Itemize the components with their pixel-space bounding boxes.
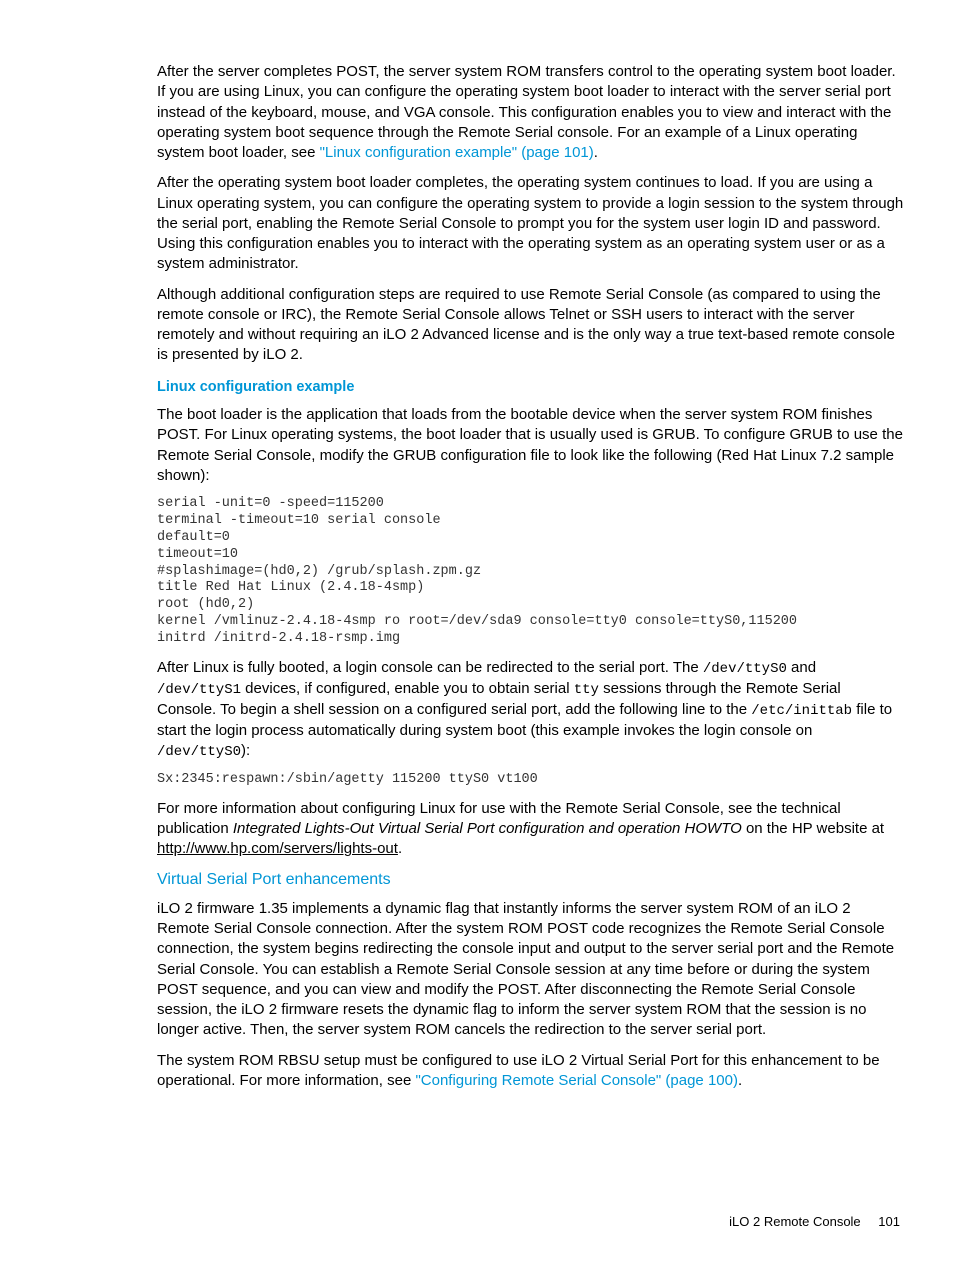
text: . [594,144,598,161]
code-inline: /dev/ttyS0 [157,744,241,760]
cross-ref-link[interactable]: "Configuring Remote Serial Console" (pag… [415,1072,738,1089]
text: . [738,1072,742,1089]
body-paragraph: iLO 2 firmware 1.35 implements a dynamic… [157,899,904,1041]
text: . [398,840,402,857]
body-paragraph: After the server completes POST, the ser… [157,62,904,163]
body-paragraph: After Linux is fully booted, a login con… [157,658,904,762]
code-inline: /dev/ttyS1 [157,682,241,698]
text: ): [241,742,250,759]
cross-ref-link[interactable]: "Linux configuration example" (page 101) [320,144,594,161]
heading-linux-config: Linux configuration example [157,378,904,398]
body-paragraph: The boot loader is the application that … [157,405,904,486]
body-paragraph: For more information about configuring L… [157,799,904,860]
code-inline: /etc/inittab [751,703,852,719]
code-inline: /dev/ttyS0 [703,661,787,677]
heading-vsp-enhancements: Virtual Serial Port enhancements [157,869,904,891]
body-paragraph: The system ROM RBSU setup must be config… [157,1051,904,1092]
code-block-inittab: Sx:2345:respawn:/sbin/agetty 115200 ttyS… [157,772,904,789]
text: and [787,659,816,676]
body-paragraph: Although additional configuration steps … [157,285,904,366]
footer-section-label: iLO 2 Remote Console [729,1214,861,1229]
code-inline: tty [574,682,599,698]
body-paragraph: After the operating system boot loader c… [157,173,904,274]
text: devices, if configured, enable you to ob… [241,680,574,697]
external-link[interactable]: http://www.hp.com/servers/lights-out [157,840,398,857]
page-footer: iLO 2 Remote Console 101 [729,1213,900,1231]
publication-title: Integrated Lights-Out Virtual Serial Por… [233,820,742,837]
page-number: 101 [878,1214,900,1229]
text: After Linux is fully booted, a login con… [157,659,703,676]
text: on the HP website at [742,820,884,837]
code-block-grub: serial -unit=0 -speed=115200 terminal -t… [157,496,904,648]
